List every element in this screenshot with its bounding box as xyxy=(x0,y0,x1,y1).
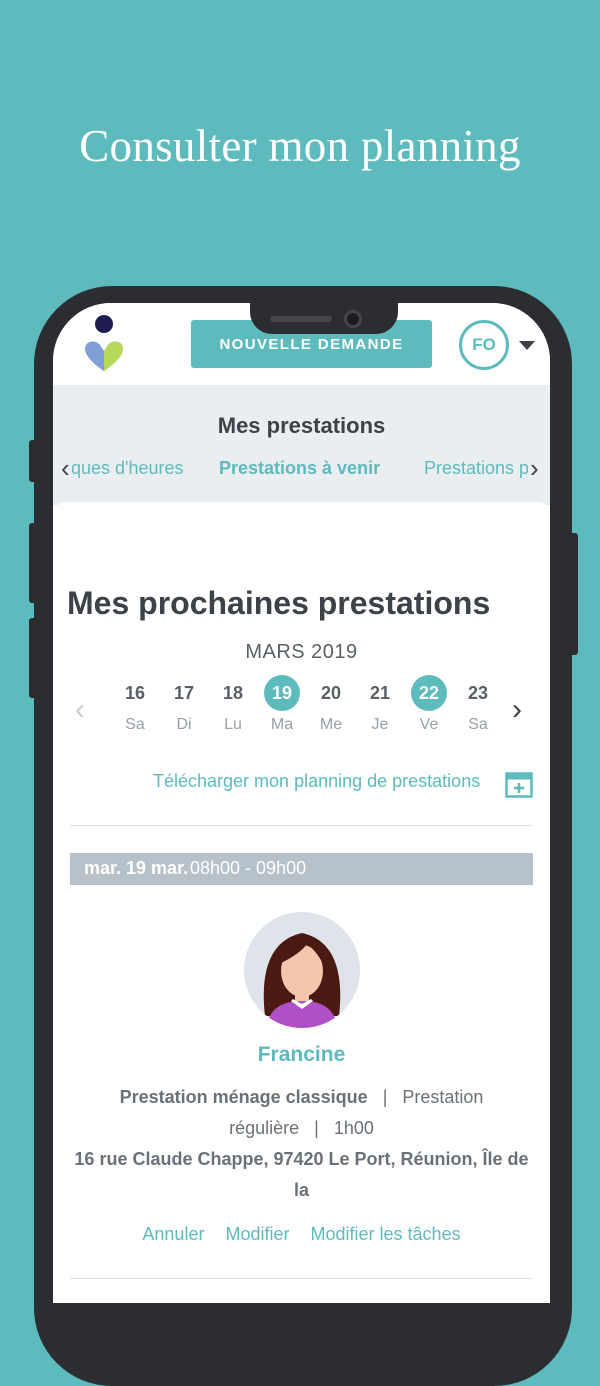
app-logo xyxy=(67,311,141,381)
modify-tasks-link[interactable]: Modifier les tâches xyxy=(311,1224,461,1244)
phone-camera xyxy=(344,310,362,328)
day-number: 16 xyxy=(124,683,146,703)
calendar-day[interactable]: 23 Sa xyxy=(458,675,498,734)
calendar-next-icon[interactable]: › xyxy=(512,695,522,725)
tabs-scroll-left-icon[interactable]: ‹ xyxy=(61,455,72,481)
day-name: Je xyxy=(371,716,389,733)
appointment-date: mar. 19 mar. xyxy=(84,858,189,878)
promo-title: Consulter mon planning xyxy=(79,121,521,171)
phone-mute-button xyxy=(29,440,37,482)
divider xyxy=(70,825,533,826)
service-line-2: régulière | 1h00 xyxy=(53,1118,550,1139)
day-number: 22 xyxy=(411,675,447,711)
calendar-day[interactable]: 20 Me xyxy=(311,675,351,734)
service-name: Prestation ménage classique xyxy=(119,1087,368,1107)
day-number: 23 xyxy=(467,683,489,703)
service-address-line-1: 16 rue Claude Chappe, 97420 Le Port, Réu… xyxy=(74,1149,529,1169)
divider xyxy=(70,1278,533,1279)
calendar-day[interactable]: 21 Je xyxy=(360,675,400,734)
service-type-part1: Prestation xyxy=(402,1087,484,1107)
service-line-1: Prestation ménage classique | Prestation xyxy=(53,1087,550,1108)
appointment-actions: Annuler Modifier Modifier les tâches xyxy=(53,1224,550,1245)
tab-prestations-a-venir[interactable]: Prestations à venir xyxy=(219,458,380,479)
calendar-day[interactable]: 17 Di xyxy=(164,675,204,734)
section-title: Mes prestations xyxy=(217,413,386,438)
day-name: Ma xyxy=(270,716,294,733)
prestation-tabs: ques d'heures Prestations à venir Presta… xyxy=(53,455,550,485)
calendar-prev-icon[interactable]: ‹ xyxy=(75,695,85,725)
day-number: 18 xyxy=(222,683,244,703)
user-avatar[interactable]: FO xyxy=(459,320,509,370)
appointment-date-bar: mar. 19 mar. 08h00 - 09h00 xyxy=(70,853,533,885)
phone-volume-up-button xyxy=(29,523,37,603)
service-duration: 1h00 xyxy=(333,1118,374,1138)
day-name: Me xyxy=(319,716,343,733)
modify-link[interactable]: Modifier xyxy=(225,1224,289,1244)
tabs-scroll-right-icon[interactable]: › xyxy=(528,455,539,481)
tab-banques-heures[interactable]: ques d'heures xyxy=(71,458,184,479)
cancel-link[interactable]: Annuler xyxy=(142,1224,204,1244)
user-menu-caret-icon[interactable] xyxy=(519,341,535,350)
day-number: 17 xyxy=(173,683,195,703)
phone-power-button xyxy=(570,533,578,655)
phone-screen: NOUVELLE DEMANDE FO Mes prestations ques… xyxy=(53,303,550,1303)
calendar-add-icon[interactable] xyxy=(505,770,533,798)
calendar-day[interactable]: 18 Lu xyxy=(213,675,253,734)
day-number: 21 xyxy=(369,683,391,703)
day-name: Lu xyxy=(224,716,242,733)
phone-notch xyxy=(250,303,398,334)
day-name: Ve xyxy=(419,716,439,733)
service-type-part2: régulière xyxy=(229,1118,300,1138)
phone-volume-down-button xyxy=(29,618,37,698)
day-number: 20 xyxy=(320,683,342,703)
appointment-time: 08h00 - 09h00 xyxy=(190,858,307,878)
day-number: 19 xyxy=(264,675,300,711)
phone-speaker xyxy=(270,316,332,322)
calendar-day[interactable]: 19 Ma xyxy=(262,675,302,734)
provider-name: Francine xyxy=(257,1043,346,1066)
tab-prestations-passees[interactable]: Prestations p xyxy=(424,458,529,479)
day-name: Sa xyxy=(125,716,145,733)
day-name: Sa xyxy=(468,716,488,733)
provider-avatar xyxy=(244,912,360,1028)
calendar-day[interactable]: 16 Sa xyxy=(115,675,155,734)
service-address-line-2: la xyxy=(293,1180,309,1200)
download-planning-link[interactable]: Télécharger mon planning de prestations xyxy=(153,771,480,792)
upcoming-title: Mes prochaines prestations xyxy=(67,585,491,621)
separator: | xyxy=(382,1087,388,1107)
calendar-month: MARS 2019 xyxy=(245,641,358,663)
separator: | xyxy=(314,1118,319,1138)
calendar-day[interactable]: 22 Ve xyxy=(409,675,449,734)
prestations-header-band xyxy=(53,385,550,505)
day-name: Di xyxy=(176,716,192,733)
